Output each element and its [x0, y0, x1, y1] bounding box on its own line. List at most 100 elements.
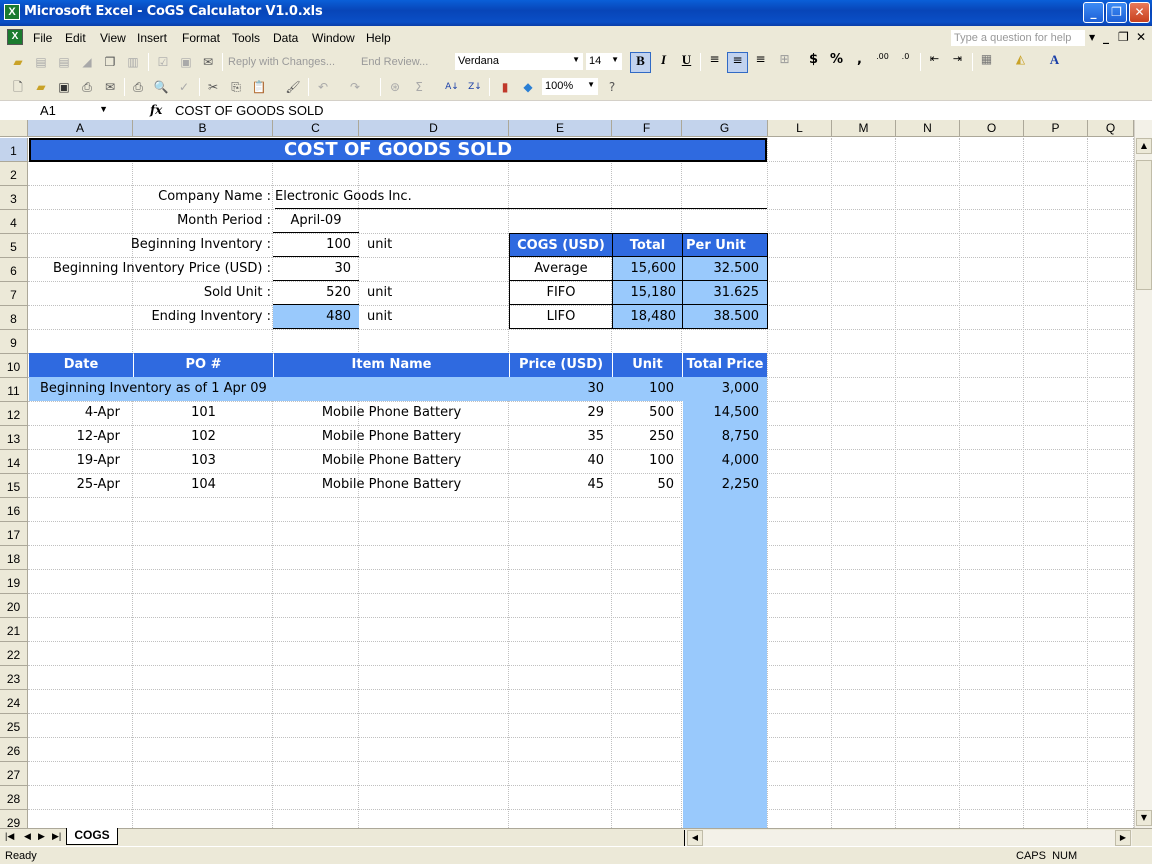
menu-window[interactable]: Window: [312, 31, 355, 45]
open-icon[interactable]: ▰: [33, 79, 49, 95]
date-cell[interactable]: 12-Apr: [29, 425, 120, 449]
comma-button[interactable]: ,: [849, 52, 870, 73]
decrease-decimal-button[interactable]: .0: [895, 52, 916, 73]
row-header-16[interactable]: 16: [0, 498, 28, 522]
row-header-26[interactable]: 26: [0, 738, 28, 762]
row-header-11[interactable]: 11: [0, 378, 28, 402]
ending-inventory-value[interactable]: 480: [273, 305, 359, 329]
menu-edit[interactable]: Edit: [65, 31, 86, 45]
total-price-cell[interactable]: 14,500: [683, 401, 760, 425]
row-header-27[interactable]: 27: [0, 762, 28, 786]
unit-cell[interactable]: 250: [613, 425, 674, 449]
price-cell[interactable]: 40: [510, 449, 604, 473]
item-name-cell[interactable]: Mobile Phone Battery: [274, 401, 509, 425]
next-sheet-icon[interactable]: ▶: [38, 831, 45, 842]
underline-button[interactable]: U: [676, 52, 697, 73]
unit-cell[interactable]: 100: [613, 449, 674, 473]
windows-icon[interactable]: ❐: [102, 54, 118, 70]
workbook-restore-button[interactable]: ❐: [1118, 30, 1129, 44]
row-header-2[interactable]: 2: [0, 162, 28, 186]
column-header-c[interactable]: C: [273, 120, 359, 137]
vertical-scroll-thumb[interactable]: [1136, 160, 1152, 290]
po-cell[interactable]: 104: [134, 473, 273, 497]
po-cell[interactable]: 103: [134, 449, 273, 473]
item-name-cell[interactable]: Mobile Phone Battery: [274, 473, 509, 497]
price-cell[interactable]: 45: [510, 473, 604, 497]
row-header-22[interactable]: 22: [0, 642, 28, 666]
font-name-select[interactable]: Verdana ▼: [454, 52, 584, 71]
workbook-minimize-button[interactable]: _: [1103, 30, 1109, 44]
spreadsheet-grid[interactable]: ABCDEFGLMNOPQ 1 2 3 4 5 6 7 8 9 10 11 12 13 14 15 16 17 1…: [0, 120, 1152, 828]
cogs-per-unit-cell[interactable]: 32.500: [682, 257, 768, 281]
row-header-15[interactable]: 15: [0, 474, 28, 498]
column-header-m[interactable]: M: [832, 120, 896, 137]
sheet-title-cell[interactable]: COST OF GOODS SOLD: [29, 138, 767, 162]
increase-decimal-button[interactable]: .00: [872, 52, 893, 73]
row-header-19[interactable]: 19: [0, 570, 28, 594]
column-header-p[interactable]: P: [1024, 120, 1088, 137]
redo-icon[interactable]: ↷: [347, 79, 363, 95]
cogs-method-cell[interactable]: FIFO: [509, 281, 613, 305]
decrease-indent-button[interactable]: ⇤: [924, 52, 945, 73]
help-icon[interactable]: ?: [604, 79, 620, 95]
price-cell[interactable]: 29: [510, 401, 604, 425]
row-header-3[interactable]: 3: [0, 186, 28, 210]
review-icon-2[interactable]: ▤: [56, 54, 72, 70]
increase-indent-button[interactable]: ⇥: [947, 52, 968, 73]
insert-function-icon[interactable]: fx: [150, 103, 170, 117]
workbook-icon[interactable]: X: [7, 29, 23, 45]
row-header-29[interactable]: 29: [0, 810, 28, 828]
column-header-o[interactable]: O: [960, 120, 1024, 137]
email-icon[interactable]: ✉: [102, 79, 118, 95]
help-search-input[interactable]: Type a question for help: [950, 29, 1086, 47]
align-right-button[interactable]: ≡: [750, 52, 771, 73]
close-button[interactable]: ✕: [1129, 2, 1150, 23]
excel-app-icon[interactable]: X: [4, 4, 20, 20]
menu-insert[interactable]: Insert: [137, 31, 167, 45]
fill-color-button[interactable]: ◭: [1010, 52, 1031, 73]
row-header-5[interactable]: 5: [0, 234, 28, 258]
column-header-f[interactable]: F: [612, 120, 682, 137]
menu-tools[interactable]: Tools: [232, 31, 260, 45]
merge-center-button[interactable]: ⊞: [774, 52, 795, 73]
po-cell[interactable]: 102: [134, 425, 273, 449]
row-header-10[interactable]: 10: [0, 354, 28, 378]
autosum-icon[interactable]: Σ: [411, 79, 427, 95]
cogs-method-cell[interactable]: Average: [509, 257, 613, 281]
currency-button[interactable]: $: [803, 52, 824, 73]
row-header-21[interactable]: 21: [0, 618, 28, 642]
row-header-23[interactable]: 23: [0, 666, 28, 690]
track-changes-icon[interactable]: ▣: [178, 54, 194, 70]
column-header-q[interactable]: Q: [1088, 120, 1134, 137]
cogs-total-cell[interactable]: 15,600: [612, 257, 683, 281]
beginning-price-value[interactable]: 30: [273, 257, 359, 281]
permission-icon[interactable]: ⎙: [79, 79, 95, 95]
bold-button[interactable]: B: [630, 52, 651, 73]
restore-button[interactable]: ❐: [1106, 2, 1127, 23]
align-center-button[interactable]: ≡: [727, 52, 748, 73]
total-price-cell[interactable]: 8,750: [683, 425, 759, 449]
row-header-13[interactable]: 13: [0, 426, 28, 450]
row-header-24[interactable]: 24: [0, 690, 28, 714]
first-sheet-icon[interactable]: |◀: [5, 831, 14, 842]
menu-data[interactable]: Data: [273, 31, 298, 45]
column-header-b[interactable]: B: [133, 120, 273, 137]
row-header-17[interactable]: 17: [0, 522, 28, 546]
workbook-close-button[interactable]: ✕: [1136, 30, 1146, 44]
review-icon-3[interactable]: ▥: [125, 54, 141, 70]
print-preview-icon[interactable]: 🔍: [153, 79, 169, 95]
open-folder-icon[interactable]: ▰: [10, 54, 26, 70]
sheet-tab-cogs[interactable]: COGS: [66, 828, 118, 845]
help-dropdown-icon[interactable]: ▼: [1089, 33, 1095, 42]
sort-ascending-icon[interactable]: A↓: [444, 79, 460, 95]
cogs-total-cell[interactable]: 18,480: [612, 305, 683, 329]
formula-input[interactable]: COST OF GOODS SOLD: [175, 103, 324, 118]
prev-sheet-icon[interactable]: ◀: [24, 831, 31, 842]
scroll-left-button[interactable]: ◀: [687, 830, 703, 846]
borders-button[interactable]: ▦: [976, 52, 997, 73]
unit-cell[interactable]: 500: [613, 401, 674, 425]
column-header-d[interactable]: D: [359, 120, 509, 137]
cut-icon[interactable]: ✂: [205, 79, 221, 95]
date-cell[interactable]: 19-Apr: [29, 449, 120, 473]
row-header-20[interactable]: 20: [0, 594, 28, 618]
